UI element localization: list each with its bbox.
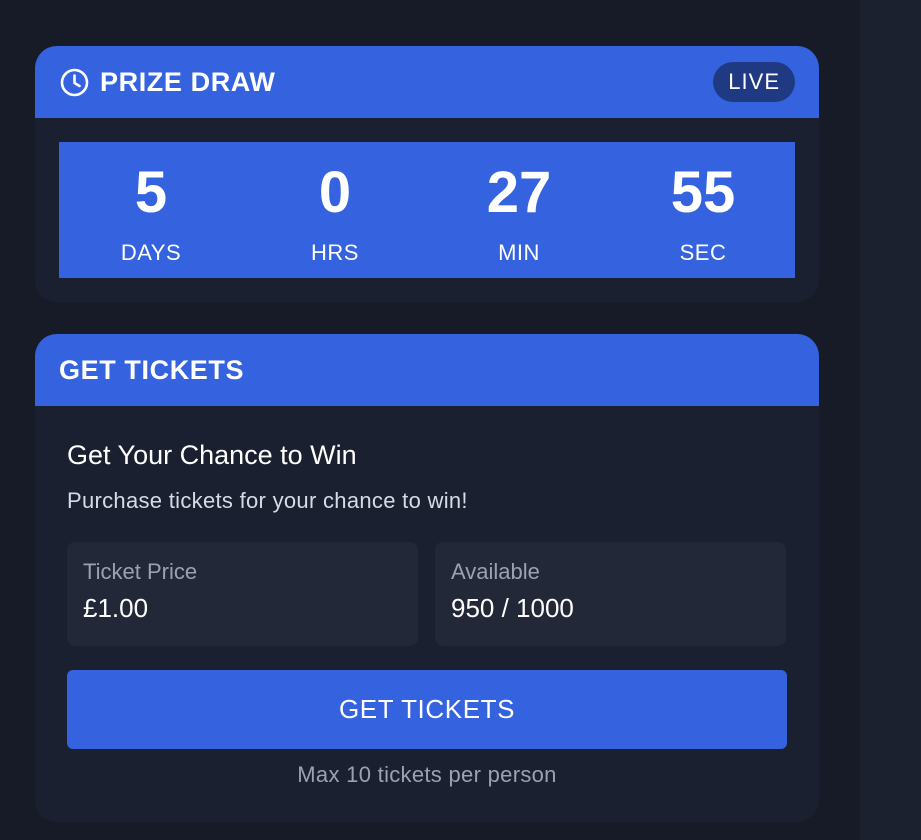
countdown-seconds: 55 SEC — [611, 142, 795, 278]
ticket-price-box: Ticket Price £1.00 — [67, 542, 418, 646]
countdown-days-label: DAYS — [120, 240, 182, 265]
chance-subline: Purchase tickets for your chance to win! — [67, 488, 468, 513]
countdown-seconds-label: SEC — [679, 240, 727, 265]
right-panel — [860, 0, 921, 840]
countdown-minutes: 27 MIN — [427, 142, 611, 278]
clock-icon — [59, 67, 90, 98]
ticket-price-value: £1.00 — [83, 593, 149, 623]
countdown-days: 5 DAYS — [59, 142, 243, 278]
countdown-hours-value: 0 — [318, 160, 352, 225]
countdown-hours-label: HRS — [311, 240, 359, 265]
chance-headline: Get Your Chance to Win — [67, 440, 357, 470]
ticket-limit-note: Max 10 tickets per person — [297, 762, 557, 787]
prize-draw-title: PRIZE DRAW — [100, 66, 276, 97]
ticket-price-label: Ticket Price — [83, 559, 198, 584]
prize-draw-header: PRIZE DRAW LIVE — [35, 46, 819, 118]
prize-draw-card: PRIZE DRAW LIVE 5 DAYS 0 HRS 27 MIN 55 S… — [35, 46, 819, 302]
get-tickets-button[interactable]: GET TICKETS — [67, 670, 787, 749]
tickets-available-box: Available 950 / 1000 — [435, 542, 786, 646]
countdown-seconds-value: 55 — [670, 160, 736, 225]
live-status-badge: LIVE — [713, 62, 795, 102]
get-tickets-card: GET TICKETS Get Your Chance to Win Purch… — [35, 334, 819, 822]
get-tickets-title: GET TICKETS — [59, 354, 245, 385]
countdown-hours: 0 HRS — [243, 142, 427, 278]
countdown-timer: 5 DAYS 0 HRS 27 MIN 55 SEC — [59, 142, 795, 278]
tickets-available-value: 950 / 1000 — [451, 593, 574, 623]
tickets-available-label: Available — [451, 559, 540, 584]
countdown-minutes-label: MIN — [498, 240, 540, 265]
countdown-days-value: 5 — [134, 160, 168, 225]
countdown-minutes-value: 27 — [486, 160, 552, 225]
get-tickets-header: GET TICKETS — [35, 334, 819, 406]
